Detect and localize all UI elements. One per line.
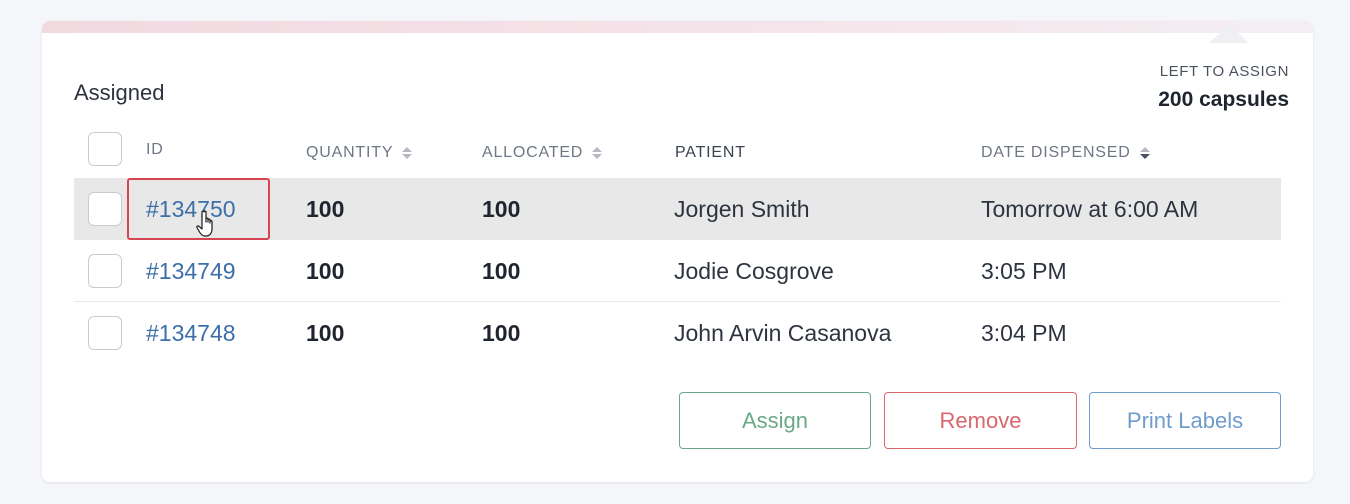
column-header-allocated[interactable]: ALLOCATED xyxy=(482,144,603,162)
left-to-assign: LEFT TO ASSIGN 200 capsules xyxy=(1158,63,1289,112)
row-quantity: 100 xyxy=(306,258,345,284)
row-quantity: 100 xyxy=(306,320,345,346)
left-to-assign-value: 200 capsules xyxy=(1158,88,1289,111)
column-header-id: ID xyxy=(146,141,164,159)
column-header-allocated-label: ALLOCATED xyxy=(482,144,584,161)
row-allocated: 100 xyxy=(482,320,521,346)
row-allocated: 100 xyxy=(482,196,521,222)
table-row[interactable]: #134748 100 100 John Arvin Casanova 3:04… xyxy=(74,302,1281,364)
sort-icon[interactable] xyxy=(592,147,603,159)
row-date-dispensed: 3:04 PM xyxy=(981,320,1067,346)
row-date-dispensed: 3:05 PM xyxy=(981,258,1067,284)
row-id-link[interactable]: #134748 xyxy=(146,320,236,346)
column-header-id-label: ID xyxy=(146,141,164,158)
row-patient: Jodie Cosgrove xyxy=(674,258,834,284)
row-id-link[interactable]: #134749 xyxy=(146,258,236,284)
table-row[interactable]: #134750 100 100 Jorgen Smith Tomorrow at… xyxy=(74,178,1281,240)
column-header-date-dispensed[interactable]: DATE DISPENSED xyxy=(981,144,1150,162)
row-checkbox[interactable] xyxy=(88,192,122,226)
left-to-assign-label: LEFT TO ASSIGN xyxy=(1159,63,1289,80)
column-header-patient: PATIENT xyxy=(675,144,746,162)
card-accent-bar xyxy=(42,21,1313,33)
assign-button[interactable]: Assign xyxy=(679,392,871,449)
row-date-dispensed: Tomorrow at 6:00 AM xyxy=(981,196,1199,222)
select-all-checkbox[interactable] xyxy=(88,132,122,166)
column-header-date-label: DATE DISPENSED xyxy=(981,144,1131,161)
sort-icon[interactable] xyxy=(402,147,413,159)
column-header-patient-label: PATIENT xyxy=(675,144,746,161)
row-patient: John Arvin Casanova xyxy=(674,320,892,346)
card-notch xyxy=(1209,25,1249,43)
row-patient: Jorgen Smith xyxy=(674,196,810,222)
hand-pointer-icon xyxy=(196,210,213,237)
row-quantity: 100 xyxy=(306,196,345,222)
table-row[interactable]: #134749 100 100 Jodie Cosgrove 3:05 PM xyxy=(74,240,1281,302)
row-checkbox[interactable] xyxy=(88,316,122,350)
remove-button[interactable]: Remove xyxy=(884,392,1077,449)
sort-desc-icon[interactable] xyxy=(1139,147,1150,159)
column-header-quantity-label: QUANTITY xyxy=(306,144,394,161)
section-title: Assigned xyxy=(74,80,165,105)
column-header-quantity[interactable]: QUANTITY xyxy=(306,144,413,162)
assigned-card: Assigned LEFT TO ASSIGN 200 capsules ID … xyxy=(42,21,1313,482)
row-allocated: 100 xyxy=(482,258,521,284)
print-labels-button[interactable]: Print Labels xyxy=(1089,392,1281,449)
row-checkbox[interactable] xyxy=(88,254,122,288)
